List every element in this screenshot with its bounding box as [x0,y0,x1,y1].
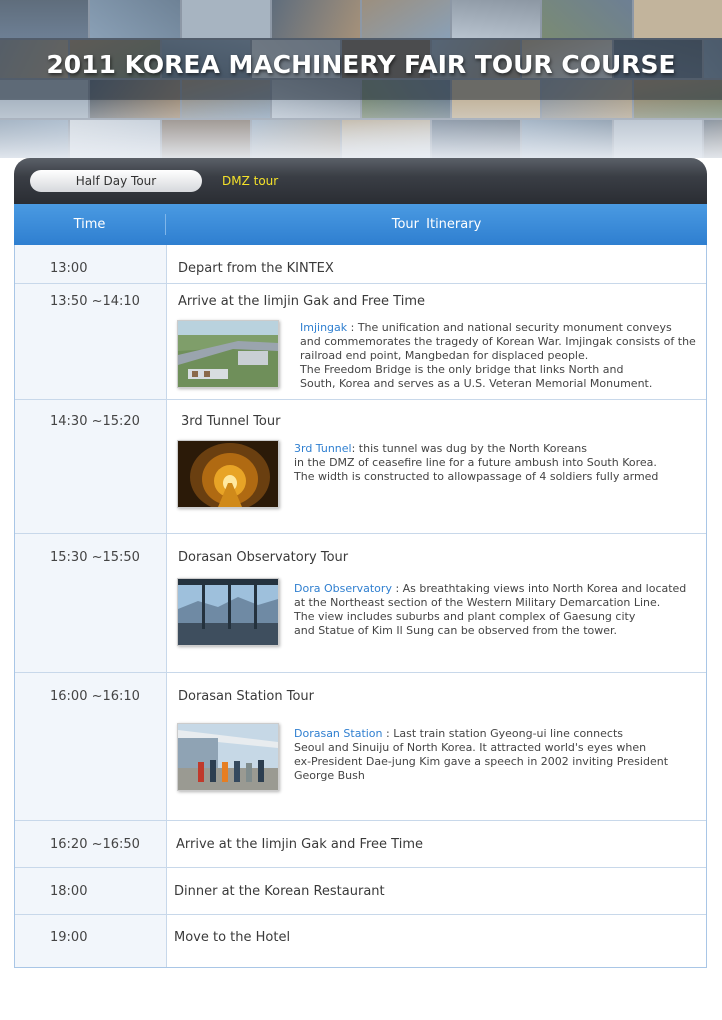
description-line: and commemorates the tragedy of Korean W… [300,335,696,348]
row-time: 15:30 ~15:50 [50,550,140,565]
table-row: 13:50 ~14:10 Arrive at the Iimjin Gak an… [15,284,706,400]
description-line: The view includes suburbs and plant comp… [294,610,636,623]
description-line: : The unification and national security … [347,321,672,334]
table-row: 16:20 ~16:50 Arrive at the Iimjin Gak an… [15,821,706,868]
row-title: Depart from the KINTEX [178,261,334,276]
row-time: 13:50 ~14:10 [50,294,140,309]
description-line: : this tunnel was dug by the North Korea… [351,442,588,455]
description-line: : As breathtaking views into North Korea… [391,582,687,595]
description-line: Seoul and Sinuiju of North Korea. It att… [294,741,647,754]
row-time: 16:20 ~16:50 [50,837,140,852]
table-row: 19:00 Move to the Hotel [15,915,706,966]
itinerary-table: 13:00 Depart from the KINTEX 13:50 ~14:1… [14,245,707,968]
table-row: 14:30 ~15:20 3rd Tunnel Tour 3rd Tunnel:… [15,400,706,534]
row-time: 19:00 [50,930,88,945]
description-line: at the Northeast section of the Western … [294,596,661,609]
dora-observatory-link[interactable]: Dora Observatory [294,582,392,595]
description-line: The Freedom Bridge is the only bridge th… [300,363,624,376]
row-title: Arrive at the Iimjin Gak and Free Time [176,837,423,852]
row-description: Dora Observatory : As breathtaking views… [294,582,686,638]
row-title: Arrive at the Iimjin Gak and Free Time [178,294,425,309]
row-title: Move to the Hotel [174,930,291,945]
description-line: : Last train station Gyeong-ui line conn… [382,727,623,740]
description-line: South, Korea and serves as a U.S. Vetera… [300,377,653,390]
row-description: Imjingak : The unification and national … [300,321,696,391]
row-time: 16:00 ~16:10 [50,689,140,704]
header-banner: 2011 KOREA MACHINERY FAIR TOUR COURSE [0,0,722,158]
row-description: Dorasan Station : Last train station Gye… [294,727,668,783]
row-title: 3rd Tunnel Tour [181,414,281,429]
tab-half-day-tour[interactable]: Half Day Tour [30,170,202,192]
table-header: Time Tour Itinerary [14,204,707,245]
column-header-itinerary: Tour Itinerary [391,217,482,232]
table-row: 13:00 Depart from the KINTEX [15,245,706,284]
table-row: 15:30 ~15:50 Dorasan Observatory Tour Do… [15,534,706,673]
table-row: 18:00 Dinner at the Korean Restaurant [15,868,706,915]
row-title: Dorasan Observatory Tour [178,550,349,565]
row-time: 13:00 [50,261,88,276]
tab-dmz-tour[interactable]: DMZ tour [222,170,278,192]
third-tunnel-link[interactable]: 3rd Tunnel [294,442,352,455]
row-title: Dorasan Station Tour [178,689,315,704]
description-line: and Statue of Kim Il Sung can be observe… [294,624,618,637]
banner-fade [0,0,722,158]
table-row: 16:00 ~16:10 Dorasan Station Tour Dorasa… [15,673,706,821]
imjingak-link[interactable]: Imjingak [300,321,347,334]
page-title: 2011 KOREA MACHINERY FAIR TOUR COURSE [46,50,676,79]
imjingak-photo [177,320,279,388]
description-line: in the DMZ of ceasefire line for a futur… [294,456,657,469]
tour-panel: Half Day Tour DMZ tour Time Tour Itinera… [14,158,707,969]
tab-bar: Half Day Tour DMZ tour [14,158,707,204]
dorasan-station-link[interactable]: Dorasan Station [294,727,383,740]
row-time: 18:00 [50,884,88,899]
row-description: 3rd Tunnel: this tunnel was dug by the N… [294,442,658,484]
description-line: railroad end point, Mangbedan for displa… [300,349,589,362]
row-time: 14:30 ~15:20 [50,414,140,429]
description-line: The width is constructed to allowpassage… [294,470,659,483]
description-line: ex-President Dae-jung Kim gave a speech … [294,755,669,768]
row-title: Dinner at the Korean Restaurant [174,884,385,899]
observatory-photo [177,578,279,646]
column-header-time: Time [73,217,106,232]
dorasan-station-photo [177,723,279,791]
description-line: George Bush [294,769,365,782]
tunnel-photo [177,440,279,508]
